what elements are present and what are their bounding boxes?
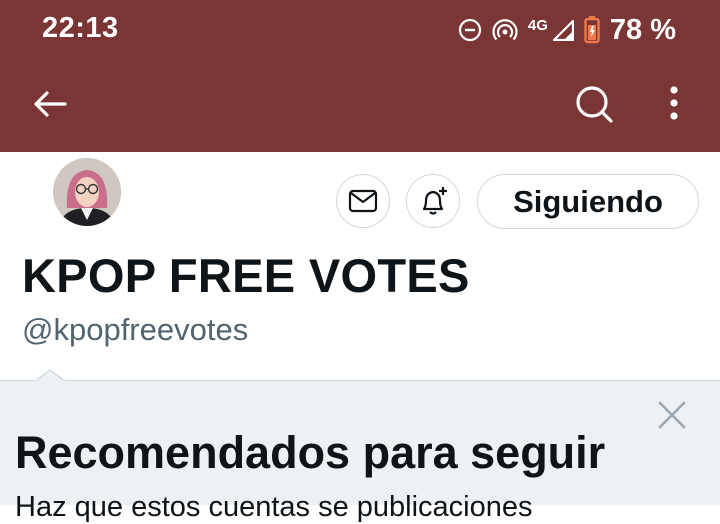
- bell-plus-icon: [422, 187, 447, 215]
- notifications-button[interactable]: [406, 174, 460, 228]
- message-button[interactable]: [336, 174, 390, 228]
- close-icon[interactable]: [656, 399, 688, 431]
- profile-handle: @kpopfreevotes: [22, 312, 249, 347]
- do-not-disturb-icon: [458, 18, 481, 42]
- app-header: 22:13 4G 78 %: [0, 0, 720, 152]
- recommendations-subtitle: Haz que estos cuentas se publicaciones: [15, 491, 533, 523]
- envelope-icon: [348, 189, 378, 213]
- display-name: KPOP FREE VOTES: [22, 249, 470, 302]
- signal-icon: [552, 19, 574, 41]
- arrow-left-icon[interactable]: [30, 84, 70, 124]
- recommendations-panel: Recomendados para seguir Haz que estos c…: [0, 380, 720, 523]
- avatar[interactable]: [53, 158, 121, 226]
- search-icon[interactable]: [572, 82, 616, 126]
- status-icons: 4G 78 %: [458, 12, 676, 48]
- battery-icon: [584, 16, 600, 44]
- hotspot-icon: [492, 19, 518, 41]
- network-type: 4G: [527, 16, 548, 34]
- recommendations-title: Recomendados para seguir: [15, 427, 606, 478]
- status-time: 22:13: [42, 12, 119, 44]
- more-vertical-icon[interactable]: [662, 84, 686, 124]
- panel-pointer: [34, 369, 66, 383]
- battery-percent: 78 %: [609, 13, 676, 46]
- following-button[interactable]: Siguiendo: [477, 174, 699, 229]
- avatar-photo: [53, 158, 121, 226]
